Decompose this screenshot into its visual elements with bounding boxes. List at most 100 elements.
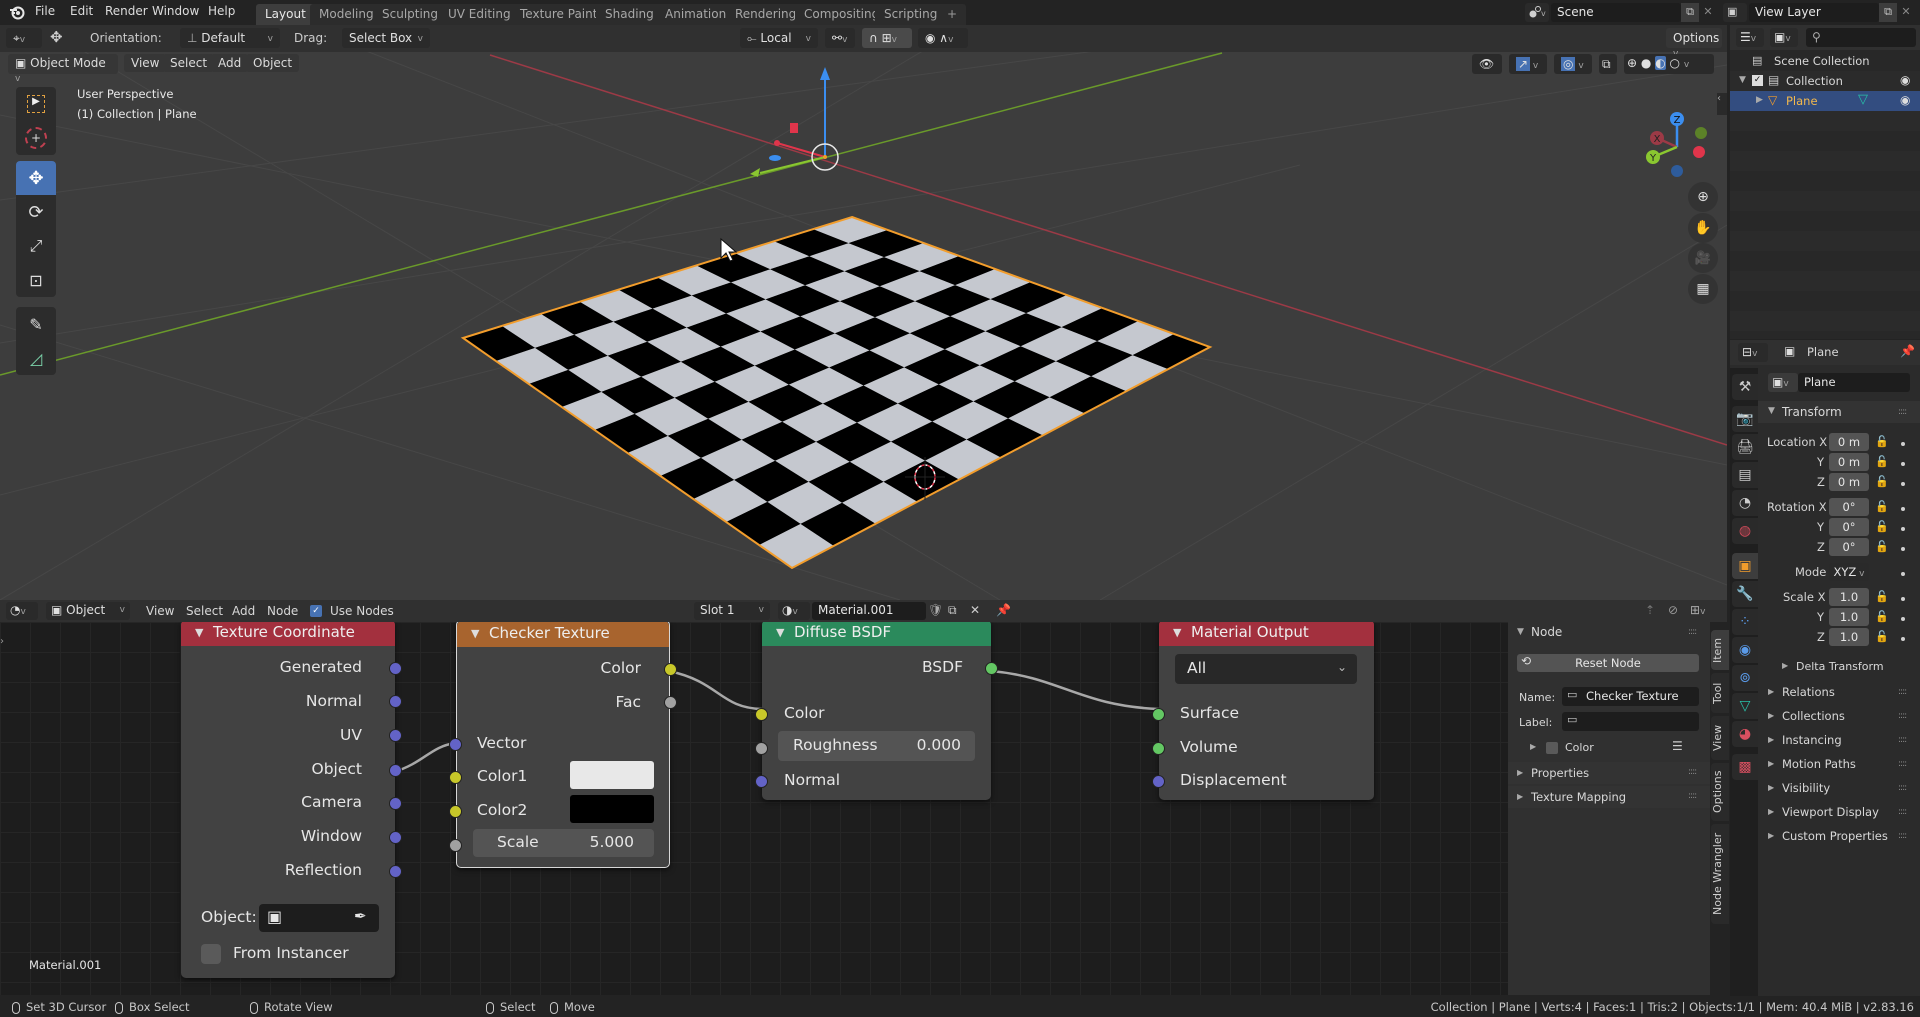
snap-toggle-icon[interactable]: ∩ ⊞v [862, 28, 912, 48]
lock-icon[interactable]: 🔓 [1875, 610, 1889, 623]
keyframe-dot[interactable] [1901, 482, 1905, 486]
location-y-field[interactable]: 0 m [1829, 453, 1869, 471]
tab-animation[interactable]: Animation [656, 4, 736, 25]
delete-view-layer-icon[interactable]: ✕ [1897, 3, 1915, 22]
object-name-field[interactable]: Plane [1798, 373, 1910, 392]
collapse-arrow-icon[interactable]: ▼ [1173, 626, 1181, 639]
physics-tab-icon[interactable]: ◉ [1732, 637, 1758, 663]
material-browse-icon[interactable]: ◑v [778, 602, 810, 620]
node-color-subpanel[interactable]: ▶ Color ☰ [1508, 736, 1710, 760]
link-object-to-vector[interactable] [393, 741, 456, 774]
mode-dropdown[interactable]: ▣ Object Mode v [8, 54, 118, 84]
toolbar-expand-icon[interactable]: › [0, 636, 4, 647]
sidebar-tab-options[interactable]: Options [1711, 763, 1729, 821]
texture-coordinate-title[interactable]: ▼ Texture Coordinate [181, 622, 395, 646]
scale-z-field[interactable]: 1.0 [1829, 628, 1869, 646]
lock-icon[interactable]: 🔓 [1875, 540, 1889, 553]
collapse-arrow-icon[interactable]: ▼ [471, 627, 479, 640]
lock-icon[interactable]: 🔓 [1875, 475, 1889, 488]
lock-icon[interactable]: 🔓 [1875, 500, 1889, 513]
menu-help[interactable]: Help [208, 4, 235, 18]
keyframe-dot[interactable] [1901, 462, 1905, 466]
outliner-row-scene-collection[interactable]: ▤ Scene Collection [1730, 51, 1920, 71]
sidebar-toggle-icon[interactable]: ‹ [1717, 93, 1727, 115]
keyframe-dot[interactable] [1901, 442, 1905, 446]
rotation-y-field[interactable]: 0° [1829, 518, 1869, 536]
section-viewport-display[interactable]: ▶ Viewport Display:::: [1758, 801, 1920, 823]
drag-handle-icon[interactable]: :::: [1898, 687, 1907, 697]
texture-mapping-subpanel[interactable]: ▶ Texture Mapping :::: [1508, 786, 1710, 808]
output-normal-socket[interactable] [389, 695, 402, 708]
link-color-to-color[interactable] [668, 669, 763, 711]
orientation-dropdown[interactable]: ⊥ Default v [180, 28, 280, 48]
drag-handle-icon[interactable]: :::: [1898, 807, 1907, 817]
overlay-toggle-icon[interactable]: ◎ v [1554, 54, 1592, 74]
output-color-socket[interactable] [664, 663, 677, 676]
camera-view-button[interactable]: 🎥 [1688, 243, 1718, 273]
output-generated-socket[interactable] [389, 662, 402, 675]
material-shading-icon[interactable]: ◐ [1655, 56, 1666, 70]
lock-icon[interactable]: 🔓 [1875, 455, 1889, 468]
duplicate-material-icon[interactable]: ⧉ [948, 603, 957, 618]
scale-tool[interactable]: ⤢ [16, 229, 56, 263]
measure-tool[interactable]: ◿ [16, 341, 56, 375]
pivot-dropdown[interactable]: ⟜ Local v [740, 28, 818, 48]
scale-field[interactable]: Scale 5.000 [473, 829, 654, 857]
keyframe-dot[interactable] [1901, 572, 1905, 576]
add-workspace-button[interactable]: + [938, 4, 967, 25]
collapse-arrow-icon[interactable]: ▼ [195, 626, 203, 639]
drag-handle-icon[interactable]: :::: [1898, 831, 1907, 841]
outliner-editor-type-icon[interactable]: ☰v [1736, 28, 1764, 47]
input-normal-socket[interactable] [755, 775, 768, 788]
shader-type-dropdown[interactable]: ▣ Object v [46, 602, 130, 620]
scene-tab-icon[interactable]: ◔ [1732, 490, 1758, 516]
scene-selector-icon[interactable]: v [1525, 3, 1549, 22]
eye-icon[interactable]: ◉ [1900, 73, 1910, 87]
object-picker-field[interactable]: ▣ ✒ [259, 904, 379, 932]
eye-icon[interactable]: ◉ [1900, 93, 1910, 107]
drag-handle-icon[interactable]: :::: [1898, 783, 1907, 793]
view-layer-tab-icon[interactable]: ▤ [1732, 462, 1758, 488]
view-layer-name-field[interactable]: View Layer [1749, 3, 1879, 22]
use-nodes-checkbox[interactable]: ✓ [310, 605, 322, 617]
texture-coordinate-node[interactable]: ▼ Texture Coordinate Generated Normal UV … [181, 622, 402, 978]
display-mode-icon[interactable]: ▣v [1770, 28, 1798, 47]
outliner-row-collection[interactable]: ▼ ✓ ▤ Collection ◉ [1730, 71, 1920, 91]
tab-sculpting[interactable]: Sculpting [373, 4, 448, 25]
menu-file[interactable]: File [35, 4, 55, 18]
sidebar-tab-tool[interactable]: Tool [1711, 673, 1729, 713]
menu-render[interactable]: Render [105, 4, 148, 18]
viewport-menu-view[interactable]: View [124, 54, 167, 72]
tab-uv-editing[interactable]: UV Editing [439, 4, 520, 25]
gizmo-toggle-icon[interactable]: ↗ v [1509, 54, 1547, 74]
snap-icon[interactable]: ⊘ [1668, 603, 1678, 617]
rendered-shading-icon[interactable]: ○ [1670, 56, 1680, 70]
node-name-field[interactable]: ▭ Checker Texture [1562, 687, 1699, 706]
3d-viewport[interactable]: ⌖v ✥ Orientation: ⊥ Default v Drag: Selec… [0, 25, 1727, 600]
section-motion-paths[interactable]: ▶ Motion Paths:::: [1758, 753, 1920, 775]
mesh-data-icon[interactable]: ▽ [1858, 92, 1868, 107]
keyframe-dot[interactable] [1901, 637, 1905, 641]
options-dropdown[interactable]: Options v [1666, 28, 1722, 59]
annotate-tool[interactable]: ✎ [16, 307, 56, 341]
gizmo-y-label[interactable]: Y [1649, 153, 1657, 164]
expand-arrow-icon[interactable]: ▼ [1739, 75, 1746, 85]
material-tab-icon[interactable]: ◕ [1732, 721, 1758, 747]
proportional-edit-icon[interactable]: ◉ ∧v [918, 28, 968, 48]
node-panel-header[interactable]: ▼ Node :::: [1508, 622, 1710, 644]
object-browse-icon[interactable]: ▣v [1768, 373, 1798, 392]
section-collections[interactable]: ▶ Collections:::: [1758, 705, 1920, 727]
drag-handle-icon[interactable]: :::: [1898, 711, 1907, 721]
delta-transform-subpanel[interactable]: ▶ Delta Transform [1758, 656, 1920, 678]
rotation-z-field[interactable]: 0° [1829, 538, 1869, 556]
section-relations[interactable]: ▶ Relations:::: [1758, 681, 1920, 703]
viewport-menu-select[interactable]: Select [163, 54, 215, 72]
output-uv-socket[interactable] [389, 729, 402, 742]
particles-tab-icon[interactable]: ⁘ [1732, 609, 1758, 635]
lock-icon[interactable]: 🔓 [1875, 435, 1889, 448]
node-menu-add[interactable]: Add [232, 604, 255, 618]
input-scale-socket[interactable] [449, 839, 462, 852]
menu-edit[interactable]: Edit [70, 4, 93, 18]
move-tool[interactable]: ✥ [16, 161, 56, 195]
lock-icon[interactable]: 🔓 [1875, 520, 1889, 533]
